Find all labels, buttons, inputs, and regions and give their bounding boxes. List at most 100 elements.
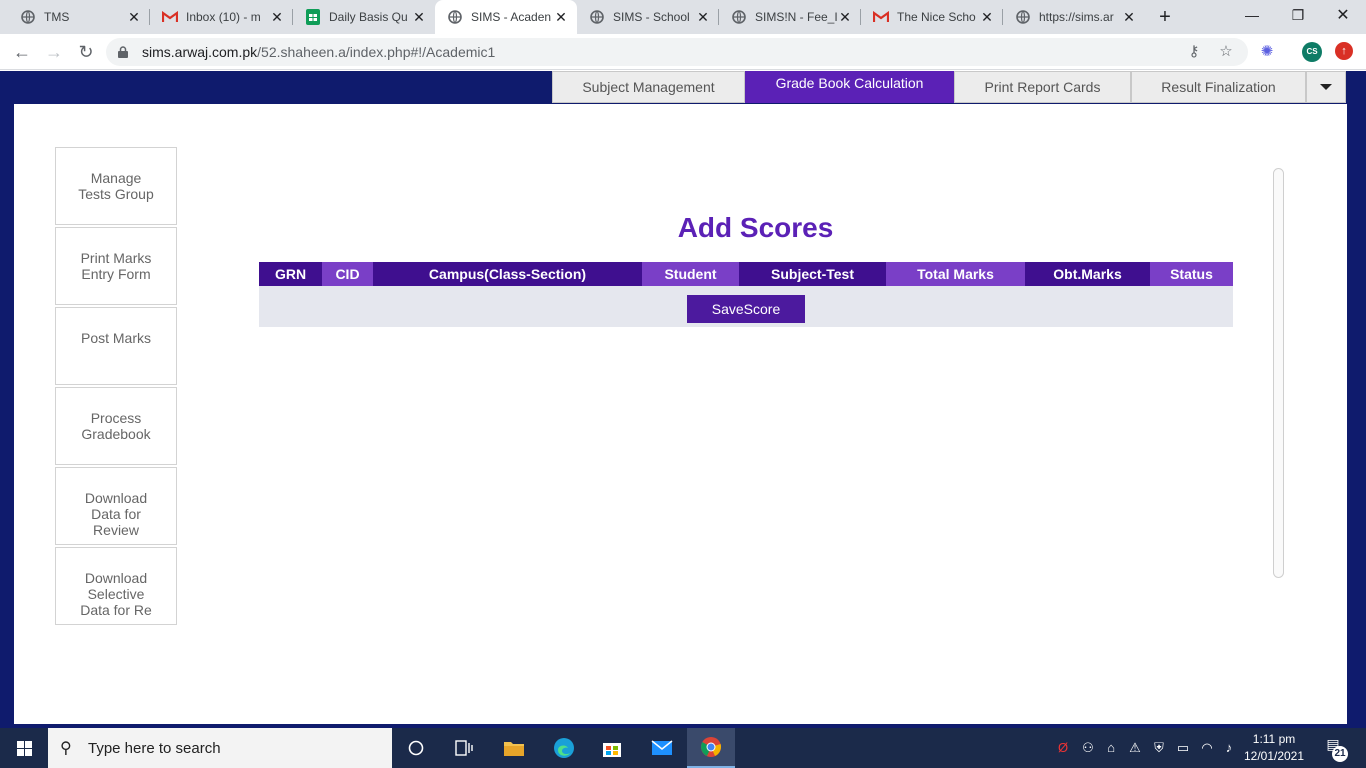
main-content: Manage Tests Group Print Marks Entry For… [14, 104, 1347, 724]
windows-taskbar: ⚲ Type here to search Ø ⚇ ⌂ ⚠ ⛨ ▭ ◠ ♪ 1:… [0, 728, 1366, 768]
browser-tab-nice-school[interactable]: The Nice Scho ✕ [861, 0, 1003, 34]
tab-title: https://sims.ar [1039, 10, 1114, 24]
start-button[interactable] [0, 728, 48, 768]
globe-icon [447, 9, 463, 25]
close-tab-icon[interactable]: ✕ [1121, 9, 1137, 25]
browser-tab-daily-basis[interactable]: Daily Basis Qu ✕ [293, 0, 435, 34]
bookmark-star-icon[interactable]: ☆ [1216, 42, 1236, 62]
browser-tab-tms[interactable]: TMS ✕ [0, 0, 150, 34]
file-explorer-icon[interactable] [490, 728, 538, 768]
browser-tab-sims-academic[interactable]: SIMS - Acaden ✕ [435, 0, 577, 34]
store-icon[interactable] [588, 728, 636, 768]
tab-title: Inbox (10) - m [186, 10, 261, 24]
column-header-campus: Campus(Class-Section) [373, 262, 642, 286]
scrollbar[interactable] [1273, 168, 1284, 578]
tab-subject-management[interactable]: Subject Management [552, 71, 745, 103]
column-header-total-marks: Total Marks [886, 262, 1025, 286]
url-domain: sims.arwaj.com.pk [142, 44, 258, 60]
browser-tab-inbox[interactable]: Inbox (10) - m ✕ [150, 0, 293, 34]
browser-tab-sims-url[interactable]: https://sims.ar ✕ [1003, 0, 1145, 34]
sidebar-item-label: Process [90, 410, 142, 426]
close-tab-icon[interactable]: ✕ [695, 9, 711, 25]
close-tab-icon[interactable]: ✕ [126, 9, 142, 25]
sidebar-item-download-data-review[interactable]: Download Data for Review [55, 467, 177, 545]
profile-avatar[interactable]: CS [1302, 42, 1322, 62]
tab-title: TMS [44, 10, 70, 24]
system-clock[interactable]: 1:11 pm 12/01/2021 [1241, 731, 1307, 765]
search-placeholder: Type here to search [88, 740, 221, 757]
sidebar-item-label: Post Marks [80, 330, 151, 346]
security-icon[interactable]: ⛨ [1150, 738, 1168, 758]
sidebar-item-label: Manage [90, 170, 142, 186]
clock-date: 12/01/2021 [1243, 749, 1305, 763]
tab-print-report-cards[interactable]: Print Report Cards [954, 71, 1131, 103]
sidebar-item-label: Print Marks [80, 250, 152, 266]
wifi-icon[interactable]: ◠ [1198, 738, 1216, 758]
battery-icon[interactable]: ▭ [1174, 738, 1192, 758]
close-tab-icon[interactable]: ✕ [553, 9, 569, 25]
tab-title: Daily Basis Qu [329, 10, 408, 24]
mail-icon[interactable] [638, 728, 686, 768]
forward-icon[interactable]: → [42, 40, 66, 64]
windows-icon [16, 740, 32, 756]
scores-table: GRN CID Campus(Class-Section) Student Su… [259, 262, 1233, 327]
close-tab-icon[interactable]: ✕ [269, 9, 285, 25]
minimize-icon[interactable]: — [1229, 0, 1275, 30]
sidebar-item-label: Data for [91, 506, 141, 522]
edge-icon[interactable] [540, 728, 588, 768]
cortana-icon[interactable] [392, 728, 440, 768]
update-icon[interactable]: ↑ [1335, 42, 1353, 60]
sidebar-item-download-selective-data[interactable]: Download Selective Data for Re [55, 547, 177, 625]
close-window-icon[interactable]: ✕ [1320, 0, 1366, 30]
column-header-grn: GRN [259, 262, 322, 286]
browser-tab-sims-school[interactable]: SIMS - School ✕ [577, 0, 719, 34]
column-header-subject-test: Subject-Test [739, 262, 886, 286]
notifications-icon[interactable]: ▤ 21 [1322, 736, 1348, 762]
task-view-icon[interactable] [440, 728, 488, 768]
usb-icon[interactable]: ⌂ [1102, 738, 1120, 758]
column-header-cid: CID [322, 262, 373, 286]
globe-icon [731, 9, 747, 25]
tab-title: SIMS - School [613, 10, 690, 24]
tray-app-icon[interactable]: Ø [1054, 738, 1072, 758]
lock-icon[interactable] [118, 45, 128, 58]
save-score-button[interactable]: SaveScore [687, 295, 805, 323]
more-tabs-dropdown[interactable] [1306, 71, 1346, 103]
new-tab-icon[interactable]: + [1154, 6, 1176, 28]
reload-icon[interactable]: ↻ [74, 40, 98, 64]
browser-tab-sims-fee[interactable]: SIMS!N - Fee_I ✕ [719, 0, 861, 34]
chrome-icon[interactable] [687, 728, 735, 768]
network-off-icon[interactable]: ⚠ [1126, 738, 1144, 758]
tab-grade-book-calculation[interactable]: Grade Book Calculation [745, 71, 954, 103]
close-tab-icon[interactable]: ✕ [411, 9, 427, 25]
tray-people-icon[interactable]: ⚇ [1079, 738, 1097, 758]
globe-icon [20, 9, 36, 25]
back-icon[interactable]: ← [10, 40, 34, 64]
globe-icon [589, 9, 605, 25]
sidebar-item-process-gradebook[interactable]: Process Gradebook [55, 387, 177, 465]
page-background: Subject Management Grade Book Calculatio… [0, 71, 1366, 728]
close-tab-icon[interactable]: ✕ [837, 9, 853, 25]
sidebar-item-label: Download [84, 570, 148, 586]
clock-time: 1:11 pm [1252, 732, 1296, 746]
taskbar-search[interactable]: ⚲ Type here to search [48, 728, 392, 768]
close-tab-icon[interactable]: ✕ [979, 9, 995, 25]
address-bar[interactable]: sims.arwaj.com.pk/52.shaheen.a/index.php… [106, 38, 1248, 66]
sidebar-item-label: Review [93, 522, 139, 538]
top-navigation: Subject Management Grade Book Calculatio… [552, 71, 1346, 103]
notification-badge: 21 [1332, 746, 1348, 762]
globe-icon [1015, 9, 1031, 25]
sidebar-item-post-marks[interactable]: Post Marks [55, 307, 177, 385]
extension-icon[interactable]: ✺ [1257, 42, 1277, 62]
volume-icon[interactable]: ♪ [1220, 738, 1238, 758]
url-text[interactable]: sims.arwaj.com.pk/52.shaheen.a/index.php… [142, 44, 495, 60]
sidebar-item-label: Entry Form [81, 266, 151, 282]
sheets-icon [305, 9, 321, 25]
sidebar-item-label: Gradebook [81, 426, 151, 442]
restore-icon[interactable]: ❐ [1275, 0, 1321, 30]
gmail-icon [873, 9, 889, 25]
column-header-student: Student [642, 262, 739, 286]
browser-tab-strip: TMS ✕ Inbox (10) - m ✕ Daily Basis Qu ✕ … [0, 0, 1366, 34]
key-icon[interactable]: ⚷ [1184, 42, 1204, 62]
tab-result-finalization[interactable]: Result Finalization [1131, 71, 1306, 103]
